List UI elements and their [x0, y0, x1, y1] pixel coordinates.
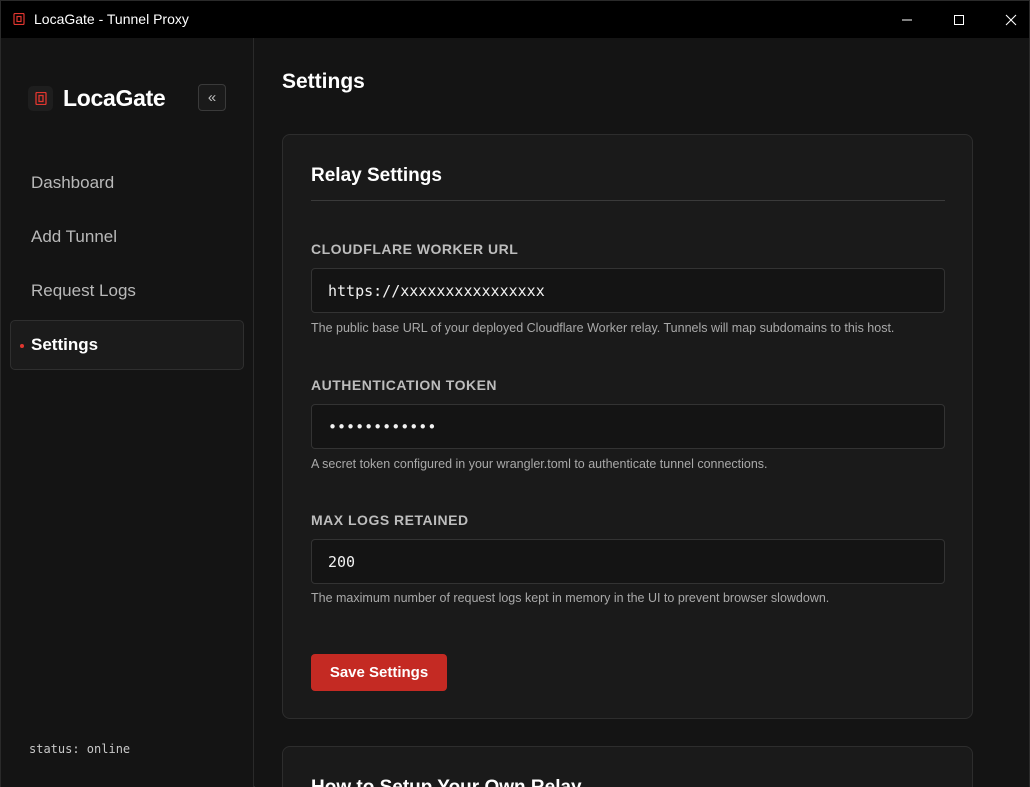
collapse-sidebar-button[interactable]: « [198, 84, 226, 111]
worker-url-value: https://xxxxxxxxxxxxxxxx [328, 281, 545, 300]
card-title: How to Setup Your Own Relay [311, 777, 582, 787]
minimize-icon [902, 19, 912, 20]
app-icon [13, 13, 25, 25]
sidebar-item-label: Settings [31, 335, 99, 354]
page-title: Settings [282, 70, 365, 93]
auth-token-help: A secret token configured in your wrangl… [311, 457, 768, 471]
close-icon [1005, 14, 1017, 25]
max-logs-value: 200 [328, 552, 356, 571]
active-indicator [20, 344, 24, 348]
sidebar-item-label: Request Logs [31, 281, 136, 300]
sidebar-item-label: Add Tunnel [31, 227, 118, 246]
worker-url-input[interactable]: https://xxxxxxxxxxxxxxxx [311, 268, 945, 313]
auth-token-label: AUTHENTICATION TOKEN [311, 377, 498, 393]
max-logs-label: MAX LOGS RETAINED [311, 512, 469, 528]
sidebar: LocaGate « Dashboard Add Tunnel Request … [1, 38, 254, 787]
maximize-icon [954, 14, 964, 25]
minimize-button[interactable] [881, 1, 933, 38]
maximize-button[interactable] [933, 1, 985, 38]
brand[interactable]: LocaGate [28, 84, 166, 111]
save-settings-button[interactable]: Save Settings [311, 654, 447, 691]
logo-icon [28, 85, 53, 111]
sidebar-item-request-logs[interactable]: Request Logs [10, 266, 244, 316]
close-button[interactable] [985, 1, 1030, 38]
sidebar-item-dashboard[interactable]: Dashboard [10, 158, 244, 208]
connection-status: status: online [29, 742, 131, 756]
card-title: Relay Settings [311, 165, 442, 186]
sidebar-nav: Dashboard Add Tunnel Request Logs Settin… [10, 158, 244, 374]
worker-url-label: CLOUDFLARE WORKER URL [311, 241, 519, 257]
main-content: Settings Relay Settings CLOUDFLARE WORKE… [255, 38, 1029, 787]
brand-name: LocaGate [63, 84, 166, 111]
divider [311, 200, 945, 201]
sidebar-item-settings[interactable]: Settings [10, 320, 244, 370]
max-logs-help: The maximum number of request logs kept … [311, 591, 830, 605]
window-title: LocaGate - Tunnel Proxy [34, 11, 189, 27]
worker-url-help: The public base URL of your deployed Clo… [311, 321, 895, 335]
max-logs-input[interactable]: 200 [311, 539, 945, 584]
auth-token-value: •••••••••••• [328, 417, 437, 436]
chevrons-left-icon: « [207, 89, 217, 106]
relay-setup-guide-card: How to Setup Your Own Relay [282, 746, 973, 787]
app-window: LocaGate - Tunnel Proxy LocaGate « Dashb… [0, 0, 1030, 787]
auth-token-input[interactable]: •••••••••••• [311, 404, 945, 449]
title-bar[interactable]: LocaGate - Tunnel Proxy [1, 1, 1029, 38]
relay-settings-card: Relay Settings CLOUDFLARE WORKER URL htt… [282, 134, 973, 719]
sidebar-item-label: Dashboard [31, 173, 115, 192]
sidebar-item-add-tunnel[interactable]: Add Tunnel [10, 212, 244, 262]
